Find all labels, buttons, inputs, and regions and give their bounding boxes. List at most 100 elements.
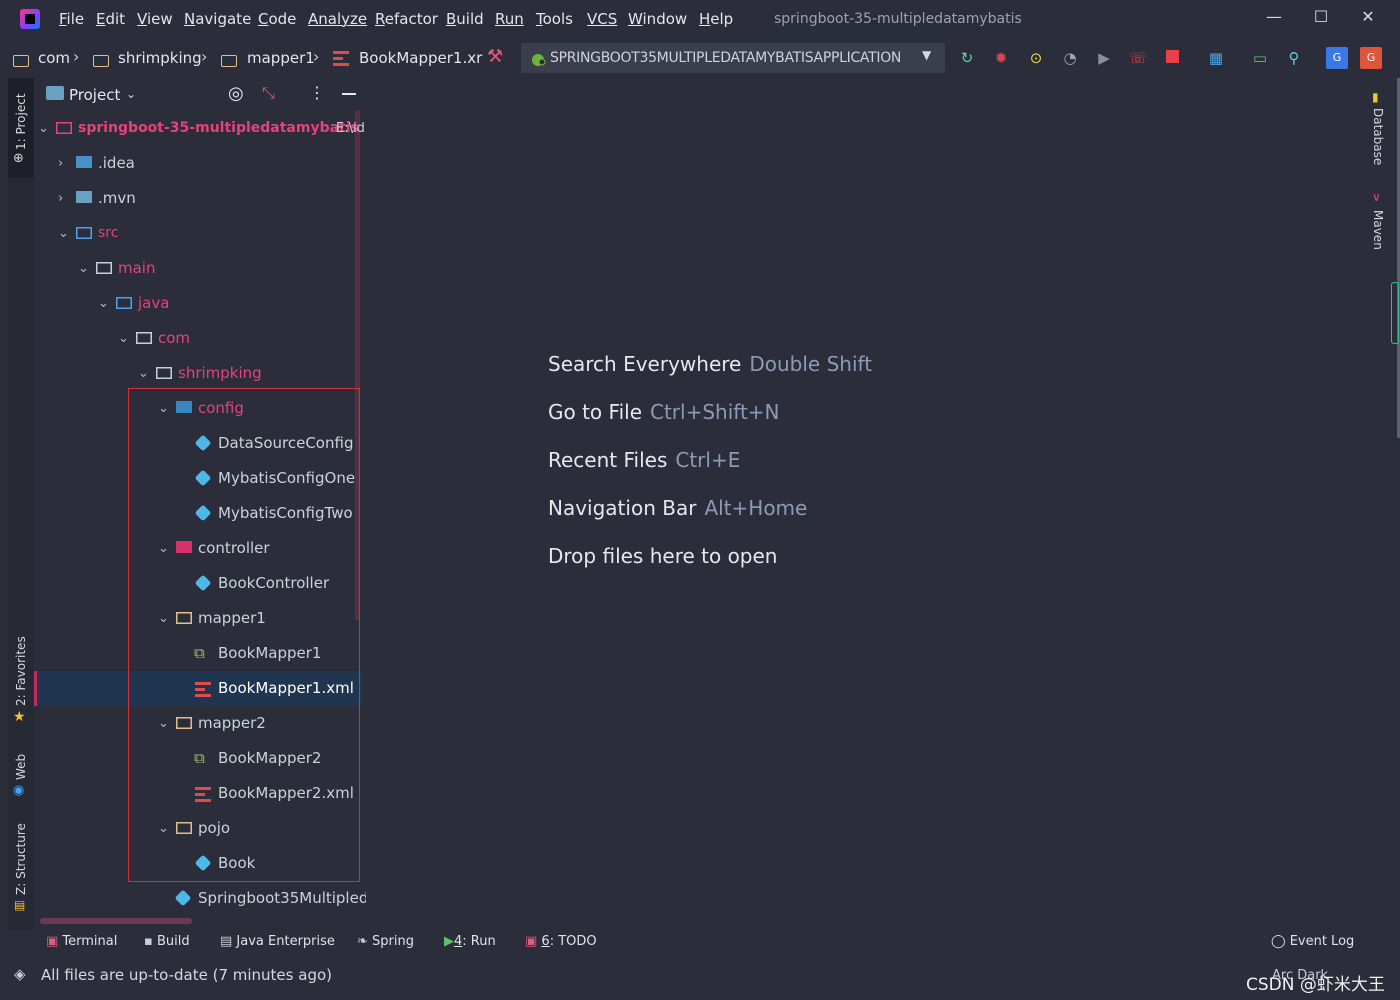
structure-tool-label[interactable]: Z: Structure <box>14 823 28 895</box>
run-small-icon: ▶ <box>444 934 454 949</box>
star-icon: ★ <box>13 709 26 725</box>
minimize-button[interactable]: — <box>1251 4 1297 30</box>
favorites-tool-label[interactable]: 2: Favorites <box>14 636 28 706</box>
menu-edit[interactable]: Edit <box>96 10 125 28</box>
chevron-right-icon[interactable]: › <box>58 146 63 181</box>
menu-view[interactable]: View <box>137 10 173 28</box>
translate-icon[interactable]: G <box>1326 47 1348 69</box>
debug-icon[interactable]: ✹ <box>990 47 1012 69</box>
horizontal-scrollbar[interactable] <box>40 918 192 924</box>
highlight-annotation-box <box>128 388 360 882</box>
terminal-toolbar-icon[interactable]: ▭ <box>1249 47 1271 69</box>
menu-vcs[interactable]: VCS <box>587 10 617 28</box>
run-configuration-label: SPRINGBOOT35MULTIPLEDATAMYBATISAPPLICATI… <box>550 50 902 66</box>
collapse-all-icon[interactable]: ⤡ <box>262 83 275 103</box>
chevron-down-icon[interactable]: ⌄ <box>38 111 49 146</box>
package-icon <box>93 52 109 71</box>
run-icon[interactable]: ▶ <box>1093 47 1115 69</box>
hint-navigation-bar: Navigation Bar Alt+Home <box>548 496 808 520</box>
hammer-build-icon[interactable]: ⚒ <box>487 46 503 67</box>
chevron-down-icon[interactable]: ⌄ <box>98 286 109 321</box>
rerun-icon[interactable]: ↻ <box>956 47 978 69</box>
chevron-right-icon: › <box>73 47 80 66</box>
source-root-icon <box>116 297 132 309</box>
root-name: springboot-35-multipledatamybatis <box>78 120 359 136</box>
chevron-right-icon: › <box>313 47 320 66</box>
package-icon <box>156 367 172 379</box>
menu-build[interactable]: Build <box>446 10 484 28</box>
build-icon: ▪ <box>144 934 157 949</box>
database-tool-label[interactable]: Database <box>1371 108 1385 165</box>
chevron-down-icon[interactable]: ⌄ <box>78 251 89 286</box>
tree-label: Springboot35Multipledat <box>198 889 366 907</box>
chevron-down-icon[interactable]: ⌄ <box>138 356 149 391</box>
database-icon: ▮ <box>1372 90 1379 104</box>
folder-icon <box>76 191 92 203</box>
project-view-selector[interactable]: Project <box>69 86 120 104</box>
coverage-icon[interactable]: ⊙ <box>1025 47 1047 69</box>
project-tool-label[interactable]: 1: Project <box>14 93 28 150</box>
stop-icon[interactable] <box>1161 47 1183 69</box>
breadcrumb-file[interactable]: BookMapper1.xr <box>359 49 482 67</box>
menu-run[interactable]: Run <box>495 10 524 28</box>
menu-refactor[interactable]: Refactor <box>375 10 438 28</box>
close-button[interactable]: ✕ <box>1345 4 1391 30</box>
hide-panel-icon[interactable] <box>342 93 356 95</box>
chevron-down-icon[interactable]: ⌄ <box>126 87 136 101</box>
breadcrumb-shrimpking[interactable]: shrimpking <box>118 49 202 67</box>
editor-scroll-indicator[interactable] <box>1391 282 1399 344</box>
todo-tab[interactable]: ▣ 6: TODO <box>525 934 597 949</box>
chevron-down-icon[interactable]: ⌄ <box>118 321 129 356</box>
menu-file[interactable]: File <box>59 10 84 28</box>
globe-icon: ◉ <box>13 783 25 798</box>
package-icon <box>221 52 237 71</box>
project-tool-icon: ⊕ <box>13 151 24 166</box>
selection-marker <box>34 671 37 706</box>
menu-tools[interactable]: Tools <box>536 10 573 28</box>
tree-label: java <box>138 294 170 312</box>
csdn-watermark: CSDN @虾米大王 <box>1246 975 1385 995</box>
chevron-right-icon: › <box>201 47 208 66</box>
layers-icon[interactable]: ◈ <box>14 965 26 983</box>
tree-row-root[interactable]: ⌄ springboot-35-multipledatamybatis E:\i… <box>36 111 366 146</box>
attach-debugger-icon[interactable]: ☏ <box>1127 47 1149 69</box>
locate-target-icon[interactable]: ◎ <box>228 83 244 104</box>
chevron-right-icon[interactable]: › <box>58 181 63 216</box>
breadcrumb-com[interactable]: com <box>38 49 70 67</box>
menu-code[interactable]: Code <box>258 10 296 28</box>
menu-navigate[interactable]: Navigate <box>184 10 251 28</box>
chevron-down-icon[interactable]: ⌄ <box>58 216 69 251</box>
right-tool-strip <box>1368 78 1392 930</box>
package-icon <box>136 332 152 344</box>
folder-icon <box>13 52 29 71</box>
tree-row-application[interactable]: Springboot35Multipledat <box>156 881 366 916</box>
profiler-icon[interactable]: ◔ <box>1059 47 1081 69</box>
menu-window[interactable]: Window <box>628 10 687 28</box>
tree-label: .idea <box>98 154 135 172</box>
spring-app-class-icon <box>174 889 192 907</box>
options-menu-icon[interactable]: ⋮ <box>309 83 325 102</box>
window-title: springboot-35-multipledatamybatis <box>774 11 1022 27</box>
structure-icon: ▤ <box>14 898 26 912</box>
project-structure-icon[interactable]: ▦ <box>1205 47 1227 69</box>
tree-label: main <box>118 259 156 277</box>
spring-tab[interactable]: ❧ Spring <box>357 934 414 949</box>
terminal-tab[interactable]: ▣ Terminal <box>46 934 117 949</box>
build-tab[interactable]: ▪ Build <box>144 934 190 949</box>
event-log-tab[interactable]: ◯ Event Log <box>1271 934 1354 949</box>
menu-help[interactable]: Help <box>699 10 733 28</box>
status-text: All files are up-to-date (7 minutes ago) <box>41 966 332 984</box>
translate-replace-icon[interactable]: G <box>1360 47 1382 69</box>
java-enterprise-tab[interactable]: ▤ Java Enterprise <box>220 934 335 949</box>
todo-icon: ▣ <box>525 934 542 949</box>
breadcrumb-mapper1[interactable]: mapper1 <box>247 49 315 67</box>
web-tool-label[interactable]: Web <box>14 754 28 780</box>
run-tab[interactable]: ▶4: Run <box>444 934 496 949</box>
tree-label: src <box>98 225 119 241</box>
maven-tool-label[interactable]: Maven <box>1371 210 1385 250</box>
search-icon[interactable]: ⚲ <box>1283 47 1305 69</box>
hint-search-everywhere: Search Everywhere Double Shift <box>548 352 873 376</box>
maximize-button[interactable]: ☐ <box>1298 4 1344 30</box>
menu-analyze[interactable]: Analyze <box>308 10 367 28</box>
folder-icon <box>96 262 112 274</box>
